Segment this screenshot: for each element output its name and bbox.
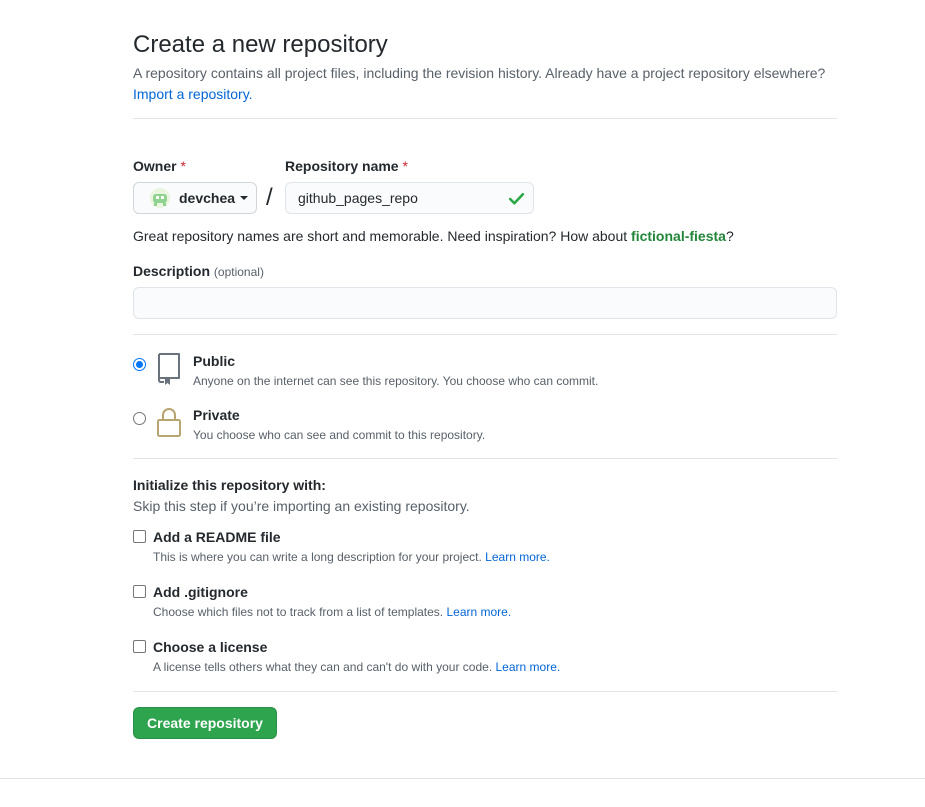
repo-icon bbox=[158, 353, 180, 385]
owner-dropdown[interactable]: devchea bbox=[133, 182, 257, 214]
private-option-title: Private bbox=[193, 407, 240, 423]
license-desc-text: A license tells others what they can and… bbox=[153, 660, 493, 674]
description-input[interactable] bbox=[133, 287, 837, 319]
divider bbox=[133, 334, 837, 335]
owner-avatar-icon bbox=[150, 188, 170, 208]
divider bbox=[133, 691, 837, 692]
required-mark: * bbox=[402, 158, 408, 174]
suggested-name[interactable]: fictional-fiesta bbox=[631, 228, 726, 244]
gitignore-checkbox[interactable] bbox=[133, 585, 146, 598]
public-radio[interactable] bbox=[133, 358, 146, 371]
gitignore-learn-more-link[interactable]: Learn more. bbox=[446, 605, 511, 619]
divider bbox=[133, 118, 837, 119]
import-repository-link[interactable]: Import a repository. bbox=[133, 86, 253, 102]
caret-down-icon bbox=[240, 196, 249, 200]
private-option-desc: You choose who can see and commit to thi… bbox=[193, 428, 486, 442]
lock-icon bbox=[157, 408, 181, 437]
readme-option-title: Add a README file bbox=[153, 529, 281, 545]
footer-divider bbox=[0, 778, 925, 779]
license-checkbox[interactable] bbox=[133, 640, 146, 653]
owner-label-text: Owner bbox=[133, 158, 177, 174]
gitignore-desc-text: Choose which files not to track from a l… bbox=[153, 605, 444, 619]
gitignore-option-desc: Choose which files not to track from a l… bbox=[153, 605, 511, 619]
repo-name-label-text: Repository name bbox=[285, 158, 399, 174]
description-label: Description (optional) bbox=[133, 263, 264, 279]
owner-name: devchea bbox=[179, 190, 236, 206]
repository-name-input[interactable]: github_pages_repo bbox=[285, 182, 534, 214]
readme-desc-text: This is where you can write a long descr… bbox=[153, 550, 482, 564]
init-title: Initialize this repository with: bbox=[133, 477, 326, 493]
create-repository-button[interactable]: Create repository bbox=[133, 707, 277, 739]
hint-text: Great repository names are short and mem… bbox=[133, 228, 632, 244]
gitignore-option-title: Add .gitignore bbox=[153, 584, 248, 600]
owner-label: Owner * bbox=[133, 158, 186, 174]
owner-repo-separator: / bbox=[266, 184, 273, 211]
public-option-title: Public bbox=[193, 353, 236, 369]
readme-option-desc: This is where you can write a long descr… bbox=[153, 550, 550, 564]
divider bbox=[133, 458, 837, 459]
public-option-desc: Anyone on the internet can see this repo… bbox=[193, 374, 599, 388]
subtitle-text: A repository contains all project files,… bbox=[133, 65, 826, 81]
checkmark-icon bbox=[508, 192, 525, 205]
readme-learn-more-link[interactable]: Learn more. bbox=[485, 550, 550, 564]
license-learn-more-link[interactable]: Learn more. bbox=[496, 660, 561, 674]
readme-checkbox[interactable] bbox=[133, 530, 146, 543]
private-radio[interactable] bbox=[133, 412, 146, 425]
description-label-text: Description bbox=[133, 263, 211, 279]
required-mark: * bbox=[180, 158, 186, 174]
license-option-title: Choose a license bbox=[153, 639, 268, 655]
name-hint: Great repository names are short and mem… bbox=[133, 226, 734, 246]
init-subtitle: Skip this step if you’re importing an ex… bbox=[133, 498, 470, 514]
optional-tag: (optional) bbox=[213, 265, 264, 279]
hint-suffix: ? bbox=[725, 228, 734, 244]
repo-name-label: Repository name * bbox=[285, 158, 408, 174]
page-title: Create a new repository bbox=[133, 31, 388, 58]
page-subtitle: A repository contains all project files,… bbox=[133, 63, 837, 105]
license-option-desc: A license tells others what they can and… bbox=[153, 660, 560, 674]
